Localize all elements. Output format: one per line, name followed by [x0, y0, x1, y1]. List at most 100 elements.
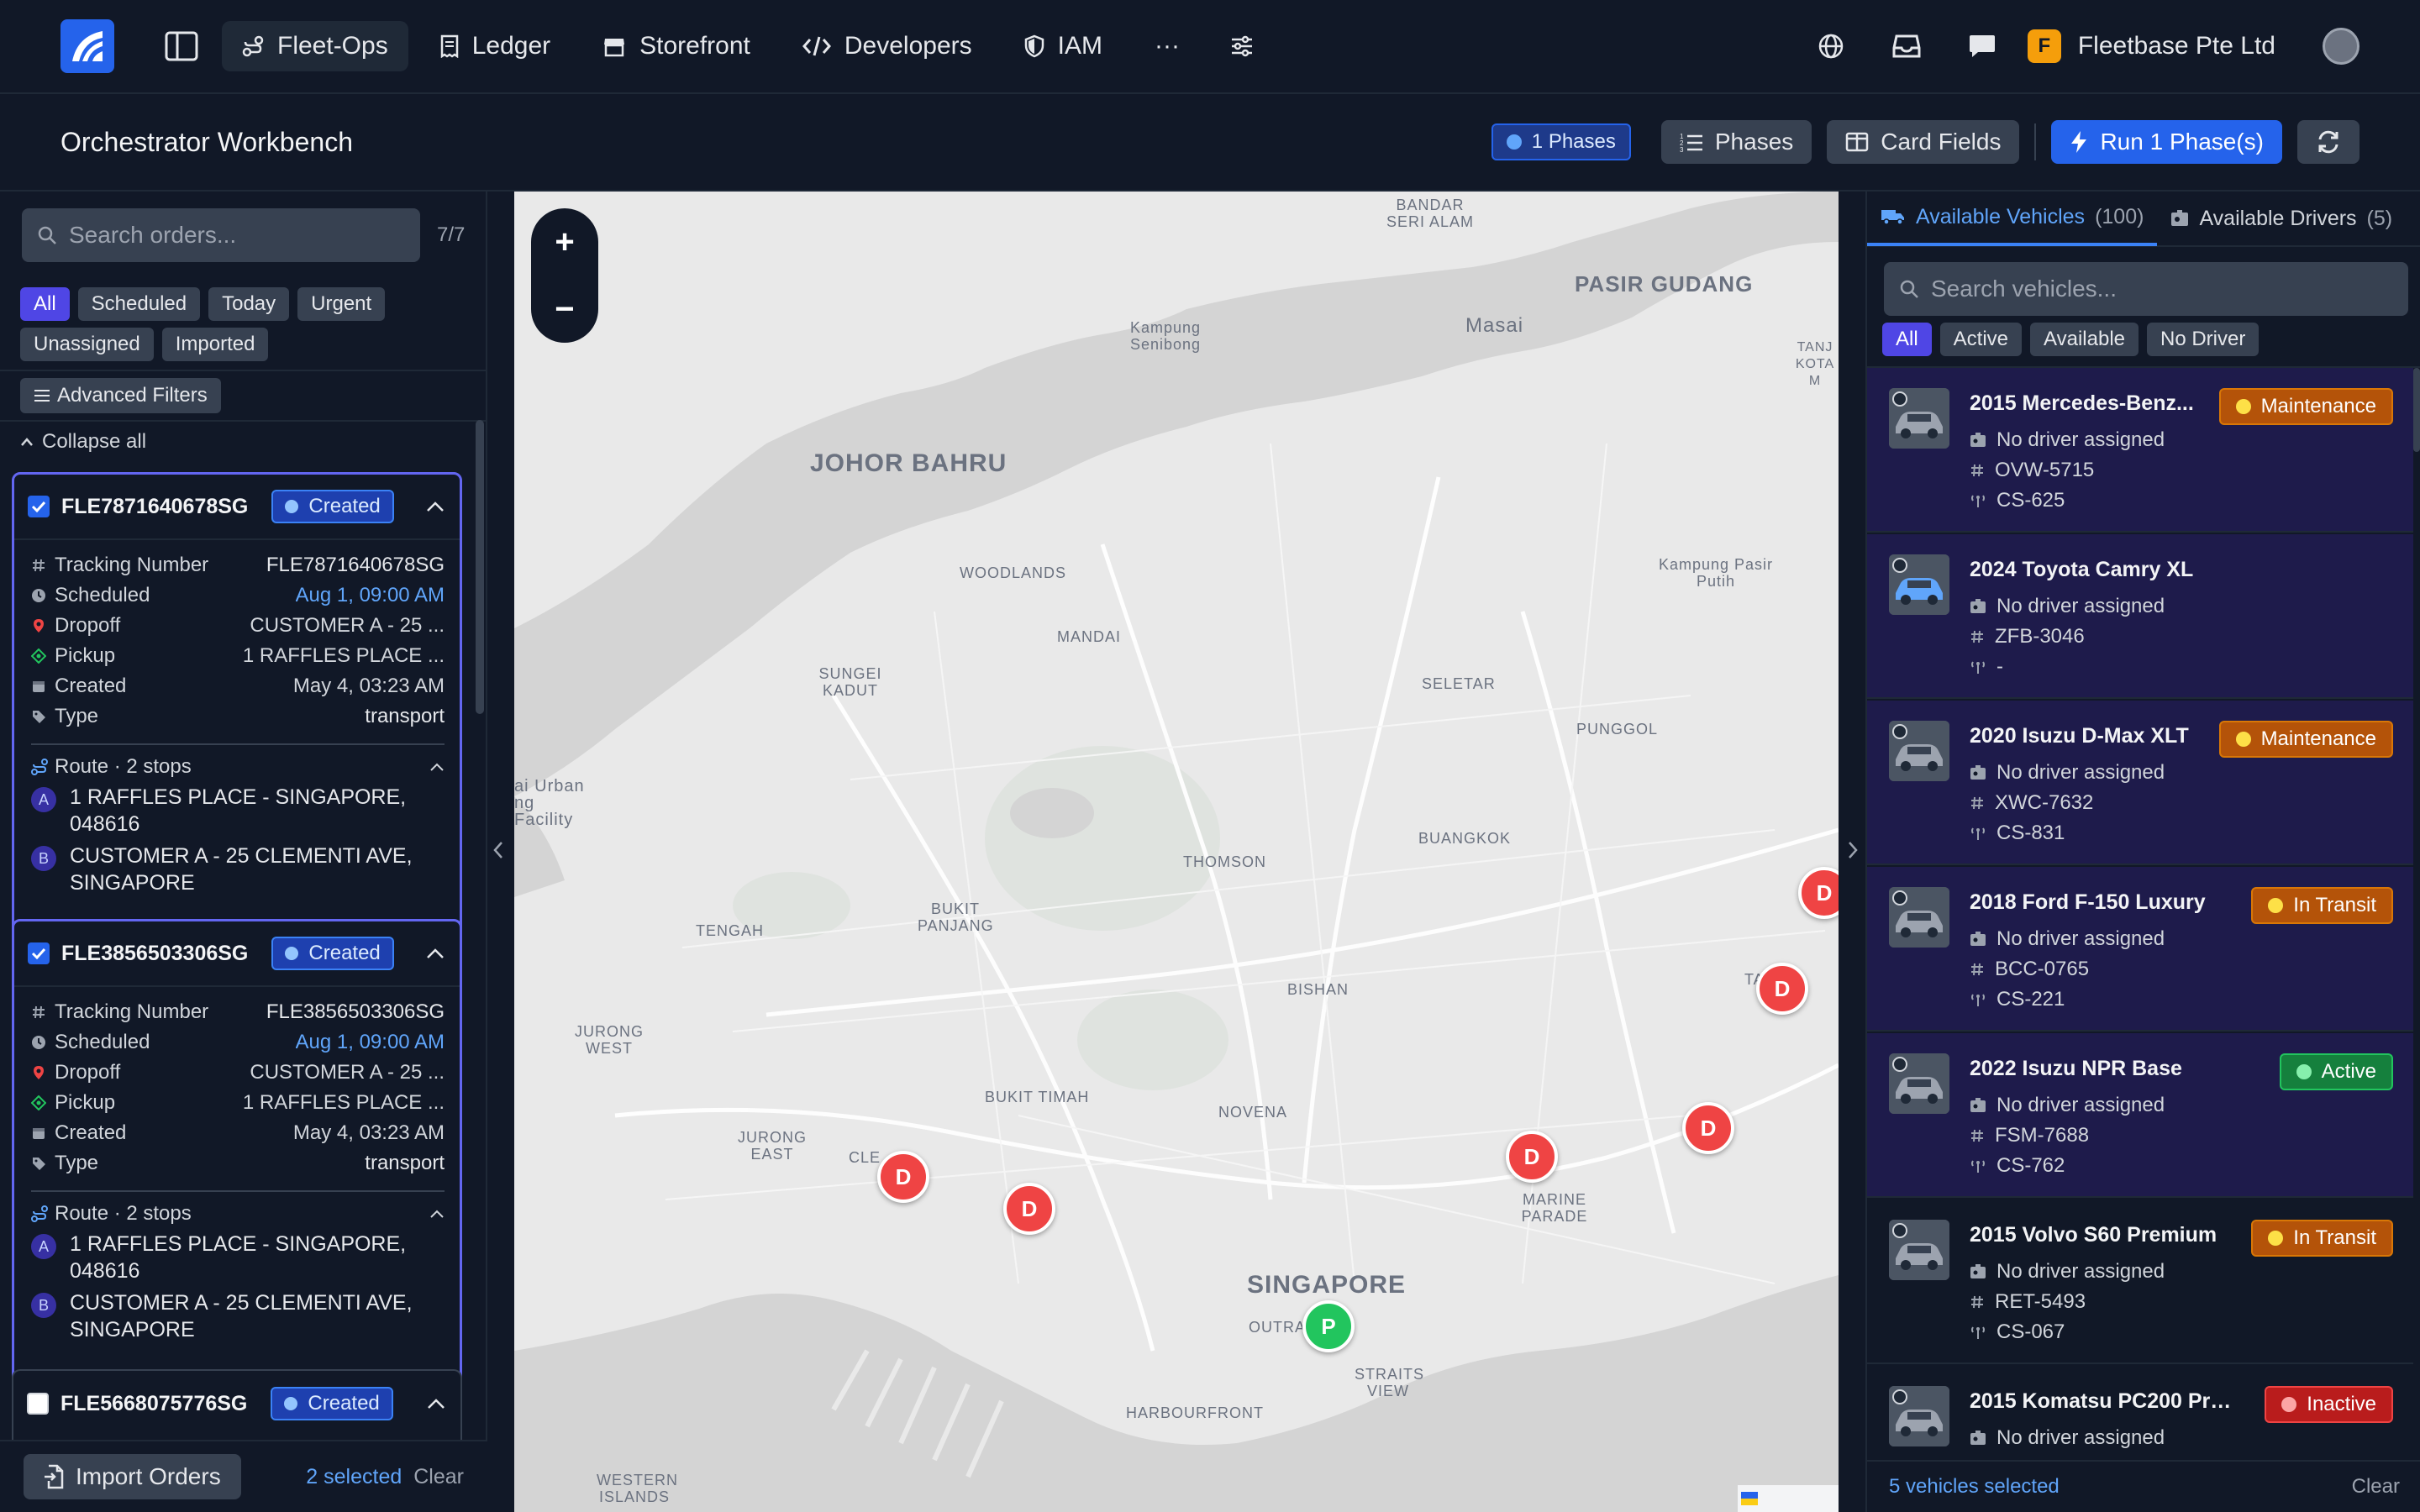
zoom-out-button[interactable]: − — [539, 284, 590, 334]
filter-chip-all[interactable]: All — [20, 287, 70, 321]
map-label: BUKIT PANJANG — [918, 900, 994, 934]
field-value: May 4, 03:23 AM — [292, 1121, 445, 1144]
orders-search-box[interactable] — [22, 208, 420, 262]
chevron-up-icon[interactable] — [427, 1398, 445, 1410]
map-view[interactable]: + − BANDAR SERI ALAM PASIR GUDANG Masai … — [514, 192, 1839, 1512]
vehicles-search-box[interactable] — [1884, 262, 2408, 316]
vehicle-select-radio[interactable] — [1892, 1057, 1907, 1072]
refresh-button[interactable] — [2297, 120, 2360, 164]
vehicle-card[interactable]: 2015 Mercedes-Benz... No driver assigned O… — [1867, 368, 2413, 533]
filter-chip-imported[interactable]: Imported — [161, 328, 269, 361]
nav-item-fleet-ops[interactable]: Fleet-Ops — [222, 21, 408, 71]
vehicle-select-radio[interactable] — [1892, 1223, 1907, 1238]
advanced-filters-button[interactable]: Advanced Filters — [20, 378, 221, 413]
nav-item-ledger[interactable]: Ledger — [420, 21, 571, 71]
vehicle-device-text: - — [1996, 655, 2003, 678]
nav-item-storefront[interactable]: Storefront — [582, 21, 771, 71]
user-avatar[interactable] — [2323, 28, 2360, 65]
order-checkbox[interactable] — [28, 496, 50, 517]
import-orders-button[interactable]: Import Orders — [24, 1454, 241, 1499]
inbox-button[interactable] — [1876, 21, 1937, 71]
vehicle-card[interactable]: 2015 Komatsu PC200 Pre... No driver assig… — [1867, 1366, 2413, 1460]
org-name[interactable]: Fleetbase Pte Ltd — [2078, 32, 2275, 60]
vehicle-device: CS-831 — [1970, 822, 2065, 845]
sliders-icon — [1231, 35, 1252, 57]
route-header[interactable]: Route · 2 stops — [14, 745, 460, 779]
vehicle-select-radio[interactable] — [1892, 724, 1907, 739]
vehicle-filter-no-driver[interactable]: No Driver — [2147, 323, 2260, 356]
filter-chip-today[interactable]: Today — [208, 287, 290, 321]
vehicle-device: - — [1970, 655, 2003, 679]
vehicle-select-radio[interactable] — [1892, 558, 1907, 573]
dropoff-marker[interactable]: D — [1506, 1131, 1558, 1183]
orders-scrollbar[interactable] — [476, 420, 484, 714]
dropoff-marker[interactable]: D — [877, 1151, 929, 1203]
chevron-up-icon[interactable] — [426, 501, 445, 512]
vehicles-search-input[interactable] — [1931, 276, 2385, 302]
vehicle-filter-available[interactable]: Available — [2030, 323, 2139, 356]
vehicle-select-radio[interactable] — [1892, 890, 1907, 906]
map-label: Kampung Pasir Putih — [1658, 556, 1774, 590]
vehicle-card[interactable]: 2020 Isuzu D-Max XLT No driver assigned XW… — [1867, 701, 2413, 865]
vehicle-card[interactable]: 2022 Isuzu NPR Base No driver assigned FSM… — [1867, 1033, 2413, 1198]
vehicle-select-radio[interactable] — [1892, 1389, 1907, 1404]
vehicle-card[interactable]: 2024 Toyota Camry XL No driver assigned ZF… — [1867, 534, 2413, 699]
vehicle-device-text: CS-831 — [1996, 822, 2065, 844]
antenna-icon — [1971, 495, 1985, 507]
app-logo[interactable] — [60, 19, 114, 73]
order-id[interactable]: FLE5668075776SG — [60, 1392, 247, 1416]
org-avatar[interactable]: F — [2027, 29, 2061, 63]
zoom-in-button[interactable]: + — [539, 217, 590, 267]
vehicle-select-radio[interactable] — [1892, 391, 1907, 407]
orders-search-input[interactable] — [69, 222, 405, 249]
order-id[interactable]: FLE3856503306SG — [61, 942, 248, 966]
tab-count: (5) — [2366, 206, 2393, 230]
phase-count-pill[interactable]: 1 Phases — [1491, 123, 1631, 160]
stop-badge: A — [31, 787, 56, 812]
vehicles-scrollbar[interactable] — [2413, 368, 2420, 452]
vehicle-card[interactable]: 2015 Volvo S60 Premium No driver assigned… — [1867, 1200, 2413, 1364]
route-header[interactable]: Route · 2 stops — [14, 1192, 460, 1226]
nav-item-iam[interactable]: IAM — [1004, 21, 1123, 71]
more-menu-button[interactable]: ··· — [1134, 21, 1200, 71]
dropoff-marker[interactable]: D — [1756, 963, 1808, 1015]
order-card-header: FLE3856503306SG Created — [14, 921, 460, 987]
run-phases-button[interactable]: Run 1 Phase(s) — [2051, 120, 2282, 164]
dropoff-marker[interactable]: D — [1682, 1102, 1734, 1154]
order-checkbox[interactable] — [28, 942, 50, 964]
pickup-marker[interactable]: P — [1302, 1300, 1355, 1352]
vehicle-filter-active[interactable]: Active — [1939, 323, 2023, 356]
order-card[interactable]: FLE5668075776SG Created — [12, 1369, 462, 1440]
customize-nav-button[interactable] — [1212, 21, 1272, 71]
chevron-up-icon[interactable] — [426, 948, 445, 959]
filter-chip-urgent[interactable]: Urgent — [297, 287, 386, 321]
collapse-left-panel-button[interactable] — [487, 833, 509, 867]
vehicle-device: CS-762 — [1970, 1154, 2065, 1178]
order-checkbox[interactable] — [27, 1393, 49, 1415]
field-value: 1 RAFFLES PLACE ... — [242, 1091, 445, 1114]
card-fields-button[interactable]: Card Fields — [1827, 120, 2020, 164]
collapse-all-button[interactable]: Collapse all — [20, 430, 146, 454]
id-badge-icon — [1970, 1098, 1986, 1112]
sidebar-toggle-button[interactable] — [151, 21, 212, 71]
tab-available-drivers[interactable]: Available Drivers (5) — [2157, 191, 2406, 246]
vehicle-card[interactable]: 2018 Ford F-150 Luxury No driver assigned… — [1867, 867, 2413, 1032]
tab-available-vehicles[interactable]: Available Vehicles (100) — [1867, 191, 2158, 246]
language-button[interactable] — [1801, 21, 1861, 71]
nav-item-developers[interactable]: Developers — [782, 21, 992, 71]
dropoff-marker[interactable]: D — [1003, 1183, 1055, 1235]
clear-orders-selection-button[interactable]: Clear — [413, 1465, 464, 1489]
collapse-right-panel-button[interactable] — [1842, 833, 1864, 867]
vehicle-filter-all[interactable]: All — [1882, 323, 1932, 356]
chat-button[interactable] — [1952, 21, 2012, 71]
phases-button[interactable]: 123 Phases — [1660, 120, 1812, 164]
filter-chip-scheduled[interactable]: Scheduled — [77, 287, 201, 321]
field-value: May 4, 03:23 AM — [292, 675, 445, 697]
filter-chip-unassigned[interactable]: Unassigned — [20, 328, 154, 361]
vehicle-driver: No driver assigned — [1970, 1260, 2165, 1284]
field-label-text: Pickup — [55, 1091, 116, 1114]
chevron-up-icon[interactable] — [429, 762, 445, 772]
clear-vehicles-selection-button[interactable]: Clear — [2352, 1475, 2400, 1499]
order-id[interactable]: FLE7871640678SG — [61, 495, 248, 519]
chevron-up-icon[interactable] — [429, 1209, 445, 1219]
